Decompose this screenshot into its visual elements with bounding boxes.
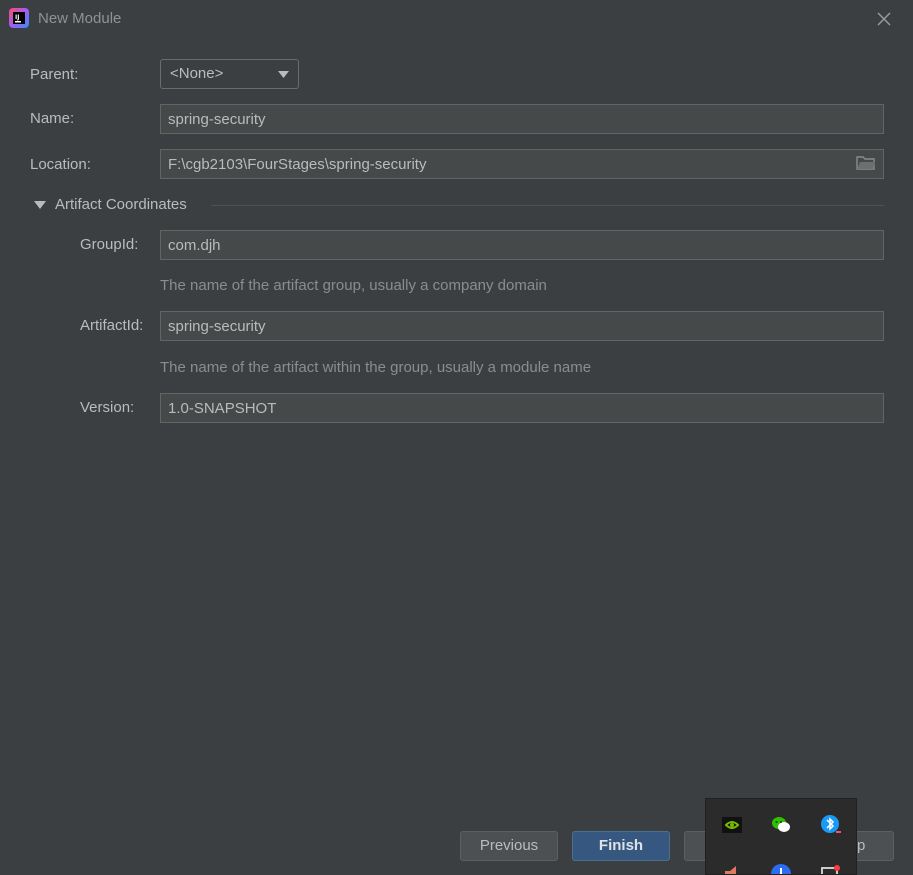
volume-icon[interactable] <box>721 863 743 875</box>
section-divider <box>211 205 884 206</box>
version-input[interactable] <box>160 393 884 423</box>
system-tray-popup <box>705 798 857 875</box>
parent-select[interactable]: <None> <box>160 59 299 89</box>
group-id-label: GroupId: <box>80 236 139 253</box>
nvidia-icon[interactable] <box>721 814 743 836</box>
help-button-label: p <box>857 837 866 854</box>
parent-label: Parent: <box>30 66 79 83</box>
name-input[interactable] <box>160 104 884 134</box>
intellij-idea-icon: IJ <box>9 8 29 28</box>
artifact-id-input[interactable] <box>160 311 884 341</box>
info-icon[interactable] <box>770 863 792 875</box>
artifact-id-label: ArtifactId: <box>80 317 144 334</box>
artifact-coordinates-title[interactable]: Artifact Coordinates <box>55 196 187 213</box>
title-bar: IJ New Module <box>0 0 913 38</box>
wechat-icon[interactable] <box>770 814 792 836</box>
location-input[interactable] <box>160 149 884 179</box>
group-id-hint: The name of the artifact group, usually … <box>160 277 547 294</box>
collapse-triangle-icon[interactable] <box>34 200 46 210</box>
display-icon[interactable] <box>820 863 842 875</box>
finish-button[interactable]: Finish <box>572 831 670 861</box>
parent-select-value: <None> <box>170 65 224 82</box>
artifact-id-hint: The name of the artifact within the grou… <box>160 359 592 376</box>
folder-icon[interactable] <box>856 155 876 171</box>
svg-text:IJ: IJ <box>15 14 19 21</box>
window-title: New Module <box>38 10 122 27</box>
close-icon[interactable] <box>874 9 894 29</box>
name-label: Name: <box>30 110 75 127</box>
previous-button[interactable]: Previous <box>460 831 558 861</box>
location-label: Location: <box>30 156 91 173</box>
bluetooth-icon[interactable] <box>820 814 842 836</box>
version-label: Version: <box>80 399 135 416</box>
chevron-down-icon <box>278 71 289 78</box>
group-id-input[interactable] <box>160 230 884 260</box>
